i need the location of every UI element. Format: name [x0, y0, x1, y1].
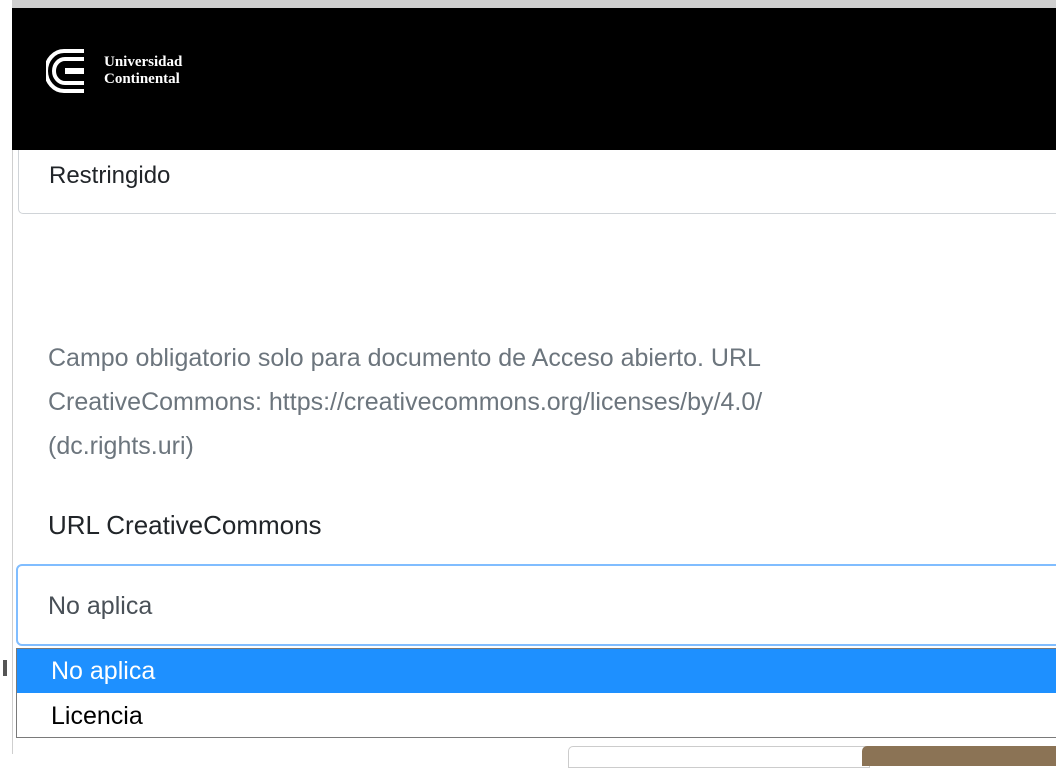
license-field-label: URL CreativeCommons	[48, 510, 322, 540]
logo-line-1: Universidad	[104, 54, 183, 70]
university-logo[interactable]: Universidad Continental	[46, 46, 182, 96]
license-dropdown-list: No aplica Licencia	[16, 648, 1056, 738]
access-type-field[interactable]: Restringido	[18, 150, 1056, 214]
continental-logo-icon	[46, 49, 84, 93]
site-header: Universidad Continental	[12, 0, 1056, 150]
license-help-text: Campo obligatorio solo para documento de…	[48, 336, 948, 468]
dropdown-option-no-aplica[interactable]: No aplica	[17, 649, 1056, 693]
bottom-input-partial[interactable]	[568, 746, 870, 768]
license-select-value: No aplica	[48, 592, 153, 620]
license-help-line-3: (dc.rights.uri)	[48, 432, 194, 460]
access-type-value: Restringido	[49, 162, 171, 189]
license-select[interactable]: No aplica	[16, 564, 1056, 646]
logo-line-2: Continental	[104, 71, 180, 87]
license-help-line-2: CreativeCommons: https://creativecommons…	[48, 388, 763, 416]
bottom-button-partial[interactable]	[862, 746, 1056, 766]
dropdown-option-licencia[interactable]: Licencia	[17, 695, 1056, 739]
license-help-line-1: Campo obligatorio solo para documento de…	[48, 344, 761, 372]
cursor-mark	[3, 660, 7, 676]
logo-text: Universidad Continental	[104, 54, 182, 88]
